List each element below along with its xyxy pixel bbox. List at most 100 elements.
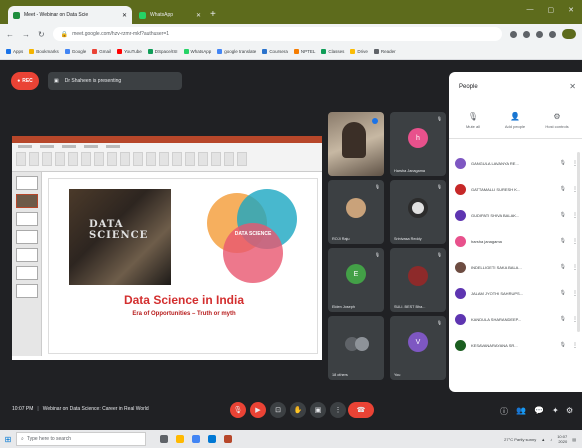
- bookmark-item[interactable]: Apps: [6, 49, 23, 54]
- store-icon[interactable]: [208, 435, 216, 443]
- captions-button[interactable]: ⊡: [270, 402, 286, 418]
- more-icon[interactable]: ⋮: [571, 290, 579, 297]
- participant-row[interactable]: KESAVANARAYANA SR... 🎙 ⋮: [455, 334, 579, 356]
- participant-row[interactable]: GANGULA LAVANYA RE... 🎙 ⋮: [455, 152, 579, 174]
- more-icon[interactable]: ⋮: [571, 264, 579, 271]
- chrome-icon[interactable]: [192, 435, 200, 443]
- more-icon[interactable]: ⋮: [571, 212, 579, 219]
- avatar: [455, 287, 466, 299]
- more-options-button[interactable]: ⋮: [330, 402, 346, 418]
- taskbar-search-input[interactable]: ⌕ Type here to search: [16, 432, 146, 446]
- minimize-icon[interactable]: —: [527, 6, 534, 14]
- bookmark-item[interactable]: google translate: [217, 49, 256, 54]
- participant-tile[interactable]: 18 others: [328, 316, 384, 380]
- mic-off-icon[interactable]: 🎙: [560, 212, 566, 218]
- mic-toggle-button[interactable]: 🎙: [230, 402, 246, 418]
- slide-thumbnail: [16, 212, 38, 226]
- chat-icon[interactable]: 💬: [534, 406, 544, 415]
- bookmark-item[interactable]: YouTube: [117, 49, 142, 54]
- extension-icon[interactable]: [523, 30, 530, 38]
- notifications-icon[interactable]: ▤: [572, 437, 576, 442]
- network-icon[interactable]: ▲: [541, 437, 545, 442]
- ppt-toolbar: [16, 152, 318, 169]
- mic-off-icon[interactable]: 🎙: [560, 160, 566, 166]
- add-people-button[interactable]: 👤 Add people: [495, 112, 535, 129]
- bookmark-item[interactable]: Gmail: [92, 49, 111, 54]
- volume-icon[interactable]: ♪: [550, 437, 552, 442]
- participant-row[interactable]: harsha janagama 🎙 ⋮: [455, 230, 579, 252]
- powerpoint-icon[interactable]: [224, 435, 232, 443]
- mic-off-icon[interactable]: 🎙: [560, 264, 566, 270]
- url-input[interactable]: 🔒 meet.google.com/hzv-rzmr-mkf?authuser=…: [52, 27, 502, 41]
- bookmark-item[interactable]: WhatsApp: [183, 49, 211, 54]
- participant-tile[interactable]: 🎙 V You: [390, 316, 446, 380]
- participant-tile[interactable]: 🎙 E Elden Joseph: [328, 248, 384, 312]
- more-icon[interactable]: ⋮: [571, 160, 579, 167]
- bookmark-icon: [350, 49, 356, 54]
- camera-toggle-button[interactable]: ▶: [250, 402, 266, 418]
- maximize-icon[interactable]: ▢: [548, 6, 555, 14]
- participant-tile[interactable]: 🎙 SULI. BEST Bha...: [390, 248, 446, 312]
- back-icon[interactable]: ←: [6, 30, 14, 39]
- forward-icon[interactable]: →: [22, 30, 30, 39]
- address-bar-row: ← → ↻ 🔒 meet.google.com/hzv-rzmr-mkf?aut…: [0, 24, 582, 44]
- mic-off-icon[interactable]: 🎙: [560, 186, 566, 192]
- more-icon[interactable]: ⋮: [571, 342, 579, 349]
- more-icon[interactable]: ⋮: [571, 238, 579, 245]
- info-icon[interactable]: ⓘ: [500, 406, 508, 417]
- mic-off-icon[interactable]: 🎙: [560, 316, 566, 322]
- meeting-info: 10:07 PM | Webinar on Data Science: Career…: [12, 406, 149, 412]
- close-icon[interactable]: ✕: [569, 82, 576, 91]
- close-window-icon[interactable]: ✕: [568, 6, 574, 14]
- mic-off-icon[interactable]: 🎙: [560, 290, 566, 296]
- extension-icon[interactable]: [510, 30, 517, 38]
- more-icon[interactable]: ⋮: [571, 316, 579, 323]
- participant-tile[interactable]: 🎙 h Harsha Janagama: [390, 112, 446, 176]
- participant-tile[interactable]: 🎙 Srinivasa Reddy: [390, 180, 446, 244]
- bookmark-icon: [117, 49, 123, 54]
- file-explorer-icon[interactable]: [176, 435, 184, 443]
- slide-thumbnail: [16, 194, 38, 208]
- clock[interactable]: 10:07 2020: [557, 434, 567, 444]
- bookmark-item[interactable]: NPTEL: [293, 49, 315, 54]
- bookmark-item[interactable]: Google: [64, 49, 86, 54]
- profile-avatar[interactable]: [562, 29, 576, 39]
- raise-hand-button[interactable]: ✋: [290, 402, 306, 418]
- bookmark-item[interactable]: Bookmarks: [29, 49, 59, 54]
- participant-row[interactable]: GUDIPATI SHIVA BALAK... 🎙 ⋮: [455, 204, 579, 226]
- mute-all-button[interactable]: 🎙 Mute all: [453, 112, 493, 129]
- more-icon[interactable]: ⋮: [571, 186, 579, 193]
- participant-row[interactable]: GATTAMALLI SURESH K... 🎙 ⋮: [455, 178, 579, 200]
- participant-tile[interactable]: [328, 112, 384, 176]
- tab-meet[interactable]: Meet - Webinar on Data Scie ✕: [8, 6, 132, 24]
- extension-icon[interactable]: [536, 30, 543, 38]
- host-controls-icon: ⚙: [553, 112, 561, 121]
- tab-whatsapp[interactable]: WhatsApp ✕: [134, 6, 206, 24]
- extension-icon[interactable]: [549, 30, 556, 38]
- leave-call-button[interactable]: ☎: [348, 402, 374, 418]
- reload-icon[interactable]: ↻: [38, 30, 45, 39]
- host-controls-icon[interactable]: ⚙: [566, 406, 573, 415]
- task-view-icon[interactable]: [160, 435, 168, 443]
- windows-start-icon[interactable]: ⊞: [0, 435, 16, 444]
- close-icon[interactable]: ✕: [196, 12, 201, 19]
- bookmark-item[interactable]: Reader: [373, 49, 396, 54]
- bookmark-item[interactable]: Classes: [321, 49, 344, 54]
- new-tab-icon[interactable]: +: [210, 9, 216, 20]
- host-controls-button[interactable]: ⚙ Host controls: [537, 112, 577, 129]
- bookmark-item[interactable]: Coursera: [262, 49, 288, 54]
- mic-off-icon[interactable]: 🎙: [560, 342, 566, 348]
- activities-icon[interactable]: ✦: [552, 406, 559, 415]
- weather-text: 27°C Partly sunny: [504, 436, 537, 442]
- mic-off-icon[interactable]: 🎙: [560, 238, 566, 244]
- participant-row[interactable]: INDELLIGETI SAKA BALA... 🎙 ⋮: [455, 256, 579, 278]
- present-button[interactable]: ▣: [310, 402, 326, 418]
- close-icon[interactable]: ✕: [122, 12, 127, 19]
- slide-thumbnail: [16, 248, 38, 262]
- bookmark-item[interactable]: DSpace/ISI: [147, 49, 178, 54]
- participant-tile[interactable]: 🎙 ROJI Raju: [328, 180, 384, 244]
- participant-row[interactable]: JALAM JYOTHI SAHRUPS... 🎙 ⋮: [455, 282, 579, 304]
- bookmark-item[interactable]: Drive: [350, 49, 368, 54]
- people-icon[interactable]: 👥: [516, 406, 526, 415]
- participant-row[interactable]: KANDULA SHARANDEEP... 🎙 ⋮: [455, 308, 579, 330]
